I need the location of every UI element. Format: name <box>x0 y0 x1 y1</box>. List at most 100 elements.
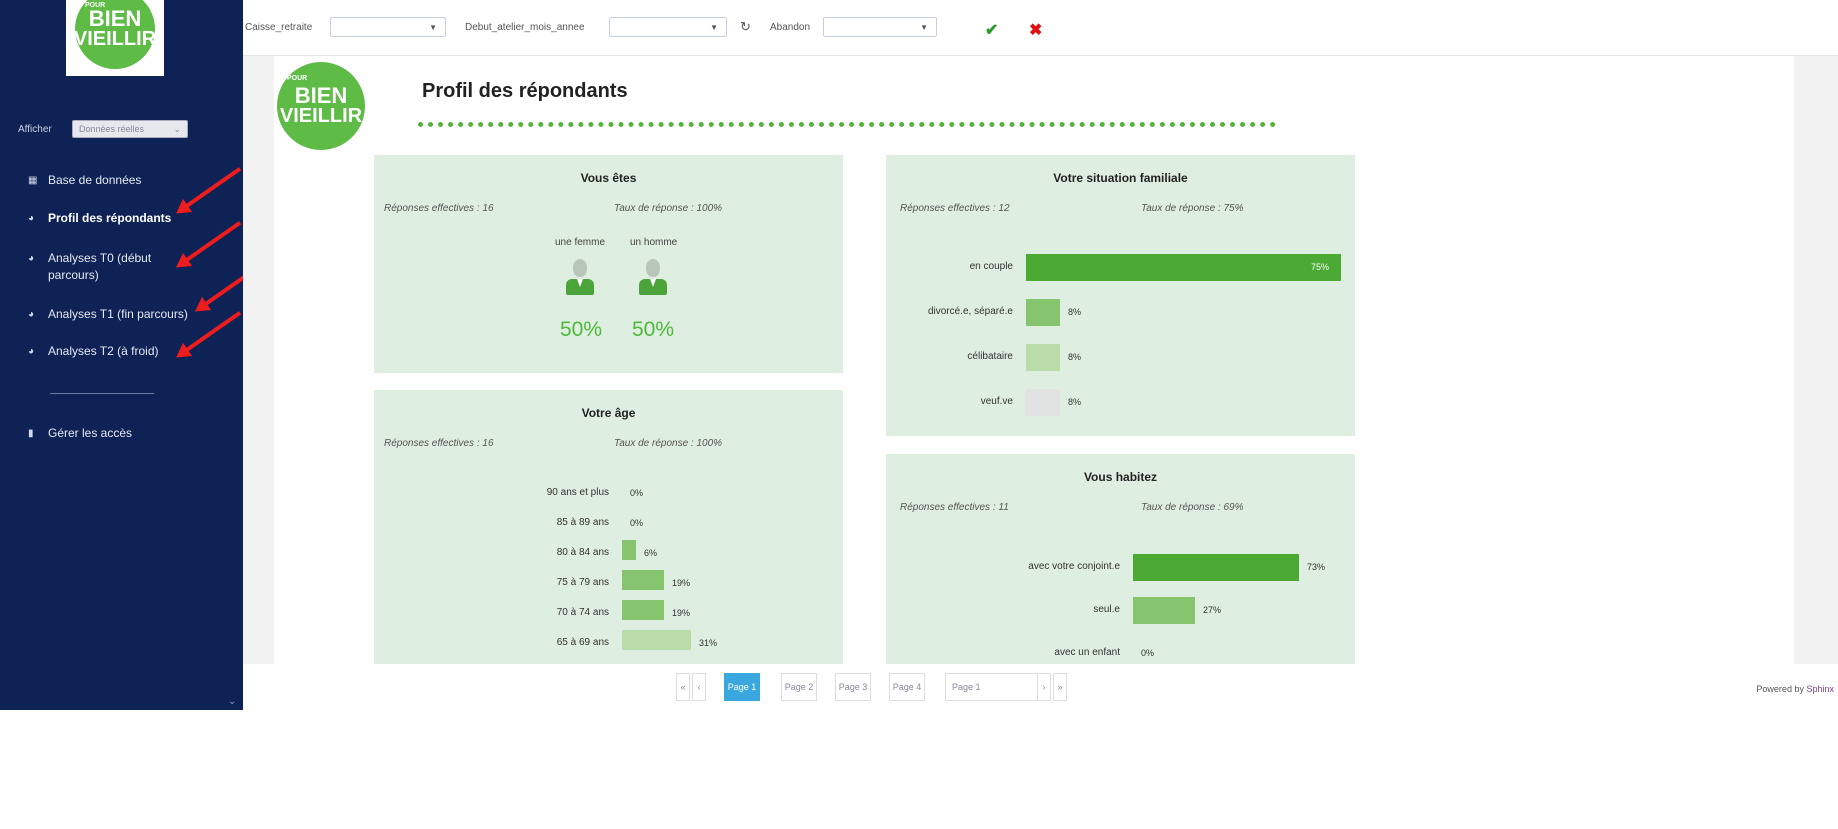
logo-line2: VIEILLIR <box>279 104 363 127</box>
app-logo: POUR BIEN VIEILLIR <box>66 0 164 76</box>
response-rate: Taux de réponse : 69% <box>1141 502 1244 513</box>
response-rate: Taux de réponse : 75% <box>1141 203 1244 214</box>
sidebar-item-label: Gérer les accès <box>48 426 133 440</box>
bar <box>1026 389 1060 416</box>
powered-by: Powered by Sphinx <box>1756 684 1834 694</box>
bar-label: avec votre conjoint.e <box>1028 561 1120 572</box>
bar-value: 75% <box>1311 262 1330 272</box>
card-title: Votre situation familiale <box>1053 171 1188 185</box>
bar-value: 31% <box>699 638 718 648</box>
prev-page-button[interactable]: ‹ <box>692 673 706 701</box>
abandon-filter-label: Abandon <box>770 22 811 33</box>
page-4-button[interactable]: Page 4 <box>889 673 925 701</box>
sidebar-item-analyses-t2[interactable]: ◕ Analyses T2 (à froid) <box>28 343 159 360</box>
bar-chart-icon: ◕ <box>28 309 35 320</box>
bar <box>1133 554 1299 581</box>
bar-value: 27% <box>1203 605 1222 615</box>
bar-label: 90 ans et plus <box>546 487 609 498</box>
sidebar-item-label: Analyses T2 (à froid) <box>48 344 159 358</box>
logo-line1: BIEN <box>88 6 142 32</box>
last-page-button[interactable]: » <box>1053 673 1067 701</box>
bar-label: avec un enfant <box>1054 647 1120 658</box>
logo-line1: BIEN <box>294 83 348 109</box>
bar-label: célibataire <box>967 351 1013 362</box>
bar-value: 8% <box>1068 307 1082 317</box>
bar <box>622 540 636 560</box>
bar-label: 70 à 74 ans <box>556 607 609 618</box>
bar-value: 0% <box>630 518 644 528</box>
sidebar-item-database[interactable]: ▦ Base de données <box>28 172 141 189</box>
page-1-button[interactable]: Page 1 <box>724 673 760 701</box>
sidebar-collapse-icon[interactable]: ⌄ <box>228 696 236 707</box>
display-mode-value: Données réelles <box>79 124 145 134</box>
bar-label: divorcé.e, séparé.e <box>927 306 1013 317</box>
caret-down-icon: ▼ <box>429 23 437 32</box>
card-title: Vous êtes <box>580 171 637 185</box>
caisse-filter-select[interactable]: ▼ <box>330 17 446 37</box>
page-logo: POUR BIEN VIEILLIR <box>277 62 365 150</box>
sidebar-item-label: Profil des répondants <box>48 211 172 225</box>
next-page-button[interactable]: › <box>1037 673 1051 701</box>
logo-small-text: POUR <box>287 75 308 82</box>
responses-count: Réponses effectives : 11 <box>900 502 1009 513</box>
apply-check-icon[interactable]: ✔ <box>985 20 998 40</box>
caisse-filter-label: Caisse_retraite <box>245 22 313 33</box>
refresh-icon[interactable]: ↻ <box>740 19 751 35</box>
sidebar-item-label: Base de données <box>48 173 142 187</box>
bar-value: 73% <box>1307 562 1326 572</box>
bar-chart-icon: ◕ <box>28 346 35 357</box>
responses-count: Réponses effectives : 12 <box>900 203 1010 214</box>
bar <box>622 600 664 620</box>
sidebar-item-label-group: Analyses T0 (début parcours) <box>48 250 151 284</box>
card-title: Vous habitez <box>1083 470 1158 484</box>
sidebar-item-profil[interactable]: ◕ Profil des répondants <box>28 210 171 227</box>
pagination-bar: « ‹ Page 1 Page 2 Page 3 Page 4 Page 1 ⇕… <box>243 664 1838 710</box>
bar-value: 0% <box>630 488 644 498</box>
sidebar-item-analyses-t0[interactable]: ◕ Analyses T0 (début parcours) <box>28 250 151 284</box>
bar-value: 19% <box>672 578 691 588</box>
bar-value: 8% <box>1068 352 1082 362</box>
clear-x-icon[interactable]: ✖ <box>1029 20 1042 40</box>
grid-icon: ▦ <box>28 175 38 186</box>
response-rate: Taux de réponse : 100% <box>614 203 723 214</box>
first-page-button[interactable]: « <box>676 673 690 701</box>
page-2-button[interactable]: Page 2 <box>781 673 817 701</box>
logo-line2: VIEILLIR <box>73 27 157 50</box>
page-3-button[interactable]: Page 3 <box>835 673 871 701</box>
card-vous-habitez: Vous habitez Réponses effectives : 11 Ta… <box>886 454 1355 664</box>
title-divider <box>418 122 1276 127</box>
report-canvas: POUR BIEN VIEILLIR Profil des répondants… <box>243 56 1838 664</box>
bar-value: 6% <box>644 548 658 558</box>
bar-label: veuf.ve <box>980 396 1013 407</box>
abandon-filter-select[interactable]: ▼ <box>823 17 937 37</box>
bar-label: seul.e <box>1093 604 1120 615</box>
sidebar-item-analyses-t1[interactable]: ◕ Analyses T1 (fin parcours) <box>28 306 188 323</box>
sidebar-item-label: Analyses T1 (fin parcours) <box>48 307 188 321</box>
logo-small-text: POUR <box>85 2 106 9</box>
display-mode-select[interactable]: Données réelles ⌄ <box>72 120 188 138</box>
bar <box>1026 344 1060 371</box>
bar-label: 75 à 79 ans <box>556 577 609 588</box>
page-select[interactable]: Page 1 ⇕ <box>945 673 1051 701</box>
bar <box>622 630 691 650</box>
bar <box>1026 299 1060 326</box>
card-votre-age: Votre âge Réponses effectives : 16 Taux … <box>374 390 843 664</box>
male-label: un homme <box>630 237 678 248</box>
bar-value: 0% <box>1141 648 1155 658</box>
caret-down-icon: ▼ <box>710 23 718 32</box>
powered-brand[interactable]: Sphinx <box>1806 684 1834 694</box>
sidebar-item-access[interactable]: ▮ Gérer les accès <box>28 425 132 442</box>
debut-filter-select[interactable]: ▼ <box>609 17 727 37</box>
page-bottom-blank <box>0 710 1838 829</box>
bar-chart-icon: ◕ <box>28 213 35 224</box>
page-select-value: Page 1 <box>952 682 981 692</box>
bar-chart-icon: ◕ <box>28 253 35 264</box>
chevron-down-icon: ⌄ <box>173 123 181 134</box>
report-page: POUR BIEN VIEILLIR Profil des répondants… <box>274 56 1794 664</box>
card-situation-familiale: Votre situation familiale Réponses effec… <box>886 155 1355 436</box>
bar-label: 85 à 89 ans <box>556 517 609 528</box>
bar <box>622 570 664 590</box>
response-rate: Taux de réponse : 100% <box>614 438 723 449</box>
logo-circle: POUR BIEN VIEILLIR <box>277 62 365 150</box>
page-title: Profil des répondants <box>422 80 628 102</box>
